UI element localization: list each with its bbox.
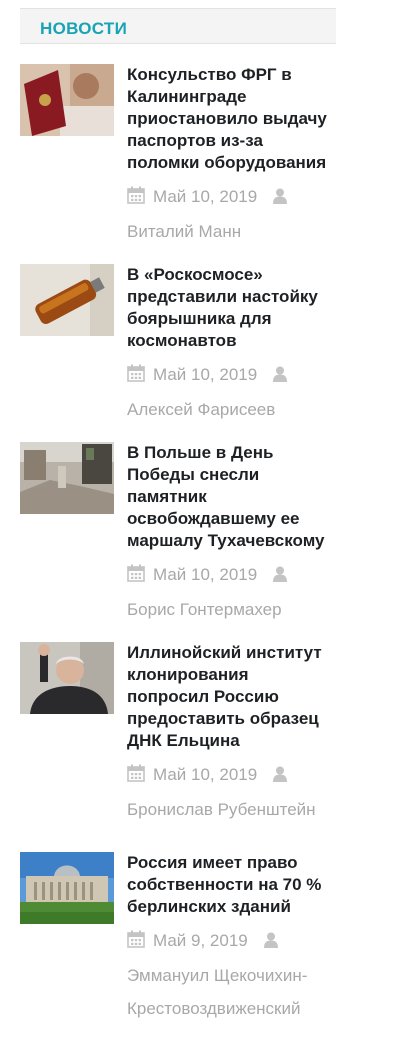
section-header: НОВОСТИ: [20, 8, 336, 44]
news-thumbnail[interactable]: [20, 264, 114, 336]
calendar-icon: [127, 760, 145, 793]
tincture-bottle-image: [20, 264, 114, 336]
yeltsin-photo-image: [20, 642, 114, 714]
news-title-link[interactable]: В «Роскосмосе» представили настойку бояр…: [127, 264, 335, 352]
news-thumbnail[interactable]: [20, 442, 114, 514]
calendar-icon: [127, 182, 145, 215]
news-title-link[interactable]: Россия имеет право собственности на 70 %…: [127, 852, 335, 918]
user-icon: [263, 926, 278, 959]
user-icon: [273, 360, 288, 393]
news-date: Май 10, 2019: [153, 187, 258, 206]
user-icon: [273, 182, 288, 215]
news-thumbnail[interactable]: [20, 852, 114, 924]
news-author-link[interactable]: Эммануил Щекочихин-Крестовоздвиженский: [127, 966, 307, 1018]
calendar-icon: [127, 560, 145, 593]
news-author-link[interactable]: Бронислав Рубенштейн: [127, 800, 316, 819]
news-title-link[interactable]: В Польше в День Победы снесли памятник о…: [127, 442, 335, 552]
news-thumbnail[interactable]: [20, 64, 114, 136]
news-title-link[interactable]: Консульство ФРГ в Калининграде приостано…: [127, 64, 335, 174]
news-title-link[interactable]: Иллинойский институт клонирования попрос…: [127, 642, 335, 752]
news-date: Май 10, 2019: [153, 765, 258, 784]
news-date: Май 10, 2019: [153, 565, 258, 584]
news-date: Май 9, 2019: [153, 931, 248, 950]
calendar-icon: [127, 926, 145, 959]
passport-photo-image: [20, 64, 114, 136]
reichstag-image: [20, 852, 114, 924]
news-date: Май 10, 2019: [153, 365, 258, 384]
news-author-link[interactable]: Алексей Фарисеев: [127, 400, 275, 419]
user-icon: [273, 560, 288, 593]
news-thumbnail[interactable]: [20, 642, 114, 714]
demolition-image: [20, 442, 114, 514]
user-icon: [273, 760, 288, 793]
section-title: НОВОСТИ: [40, 19, 128, 38]
news-author-link[interactable]: Борис Гонтермахер: [127, 600, 282, 619]
news-author-link[interactable]: Виталий Манн: [127, 222, 241, 241]
calendar-icon: [127, 360, 145, 393]
